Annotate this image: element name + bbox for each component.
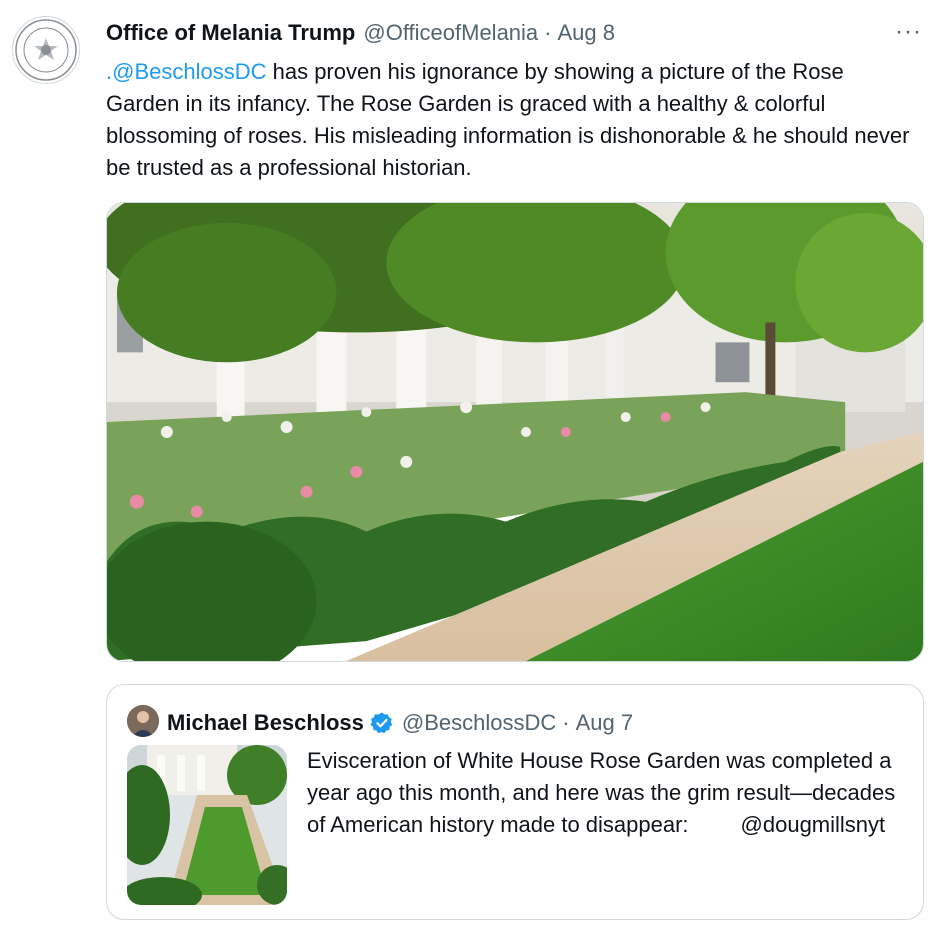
tweet-header: Office of Melania Trump @OfficeofMelania… [106,18,920,48]
author-avatar[interactable] [12,16,80,84]
tweet-photo[interactable] [106,202,924,662]
quoted-tweet-header: Michael Beschloss @BeschlossDC · Aug 7 [167,707,633,739]
author-handle[interactable]: @OfficeofMelania [363,20,538,46]
photo-credit: @dougmillsnyt [740,812,886,837]
empty-garden-image [127,745,287,905]
person-icon [127,705,159,737]
seal-icon [15,19,77,81]
separator-dot: · [562,710,570,735]
quoted-tweet-date[interactable]: Aug 7 [576,710,634,736]
quoted-tweet-text: Evisceration of White House Rose Garden … [307,745,897,841]
quoted-author-name[interactable]: Michael Beschloss [167,710,364,736]
separator-dot: · [544,20,552,45]
quoted-tweet-thumbnail[interactable] [127,745,287,905]
quoted-tweet[interactable]: Michael Beschloss @BeschlossDC · Aug 7 E… [106,684,924,920]
more-options-icon[interactable]: ··· [895,18,922,46]
mention-link[interactable]: .@BeschlossDC [106,59,267,84]
verified-badge-icon [370,712,393,734]
rose-garden-image [107,203,923,661]
author-name[interactable]: Office of Melania Trump [106,20,355,46]
tweet-text: .@BeschlossDC has proven his ignorance b… [106,56,916,184]
tweet-date[interactable]: Aug 8 [558,20,616,46]
quoted-author-handle[interactable]: @BeschlossDC [402,710,556,736]
quoted-author-avatar[interactable] [127,705,159,737]
